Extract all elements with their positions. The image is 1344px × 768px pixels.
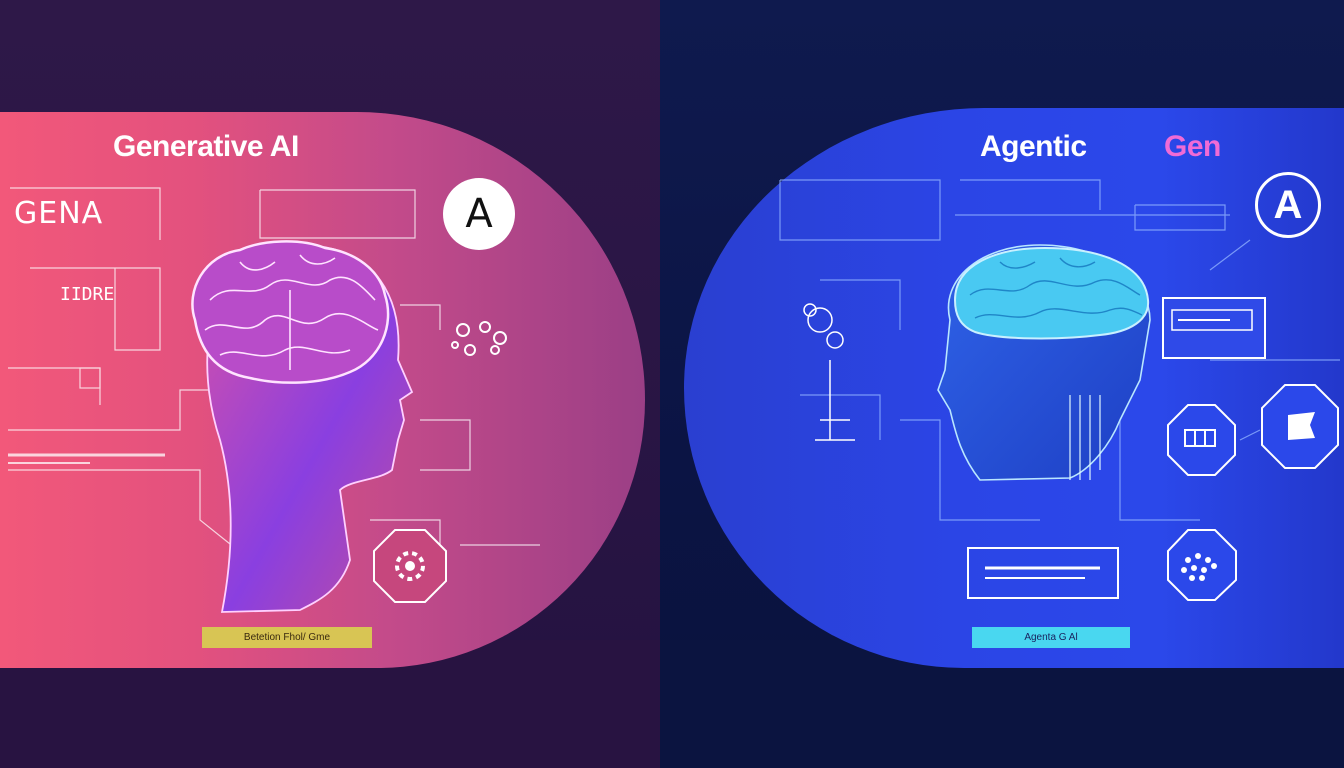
brain-icon-right (953, 246, 1150, 340)
gena-label: GENA (14, 196, 104, 231)
right-letter-badge-text: A (1273, 182, 1303, 227)
flag-icon (1261, 384, 1339, 469)
comparison-graphic: Generative AI GENA IIDRE A Betetion Fhol… (0, 0, 1344, 768)
text-box-icon (967, 547, 1119, 599)
agentic-title: Agentic (980, 130, 1087, 163)
box-label: IIDRE (60, 284, 115, 305)
gen-title: Gen (1164, 130, 1221, 163)
grid-icon (1167, 404, 1236, 476)
left-letter-badge: A (443, 178, 515, 250)
circuit-lineart (8, 179, 1340, 613)
brain-icon (191, 240, 390, 384)
right-letter-badge: A (1255, 172, 1321, 238)
sketch-icon (803, 303, 855, 441)
right-caption: Agenta G Al (972, 627, 1130, 648)
dots-icon (1167, 529, 1237, 601)
generative-ai-title: Generative AI (113, 130, 299, 163)
gear-icon (373, 529, 447, 603)
monitor-icon (1162, 297, 1266, 359)
small-gears-icon (451, 321, 507, 356)
left-caption: Betetion Fhol/ Gme (202, 627, 372, 648)
